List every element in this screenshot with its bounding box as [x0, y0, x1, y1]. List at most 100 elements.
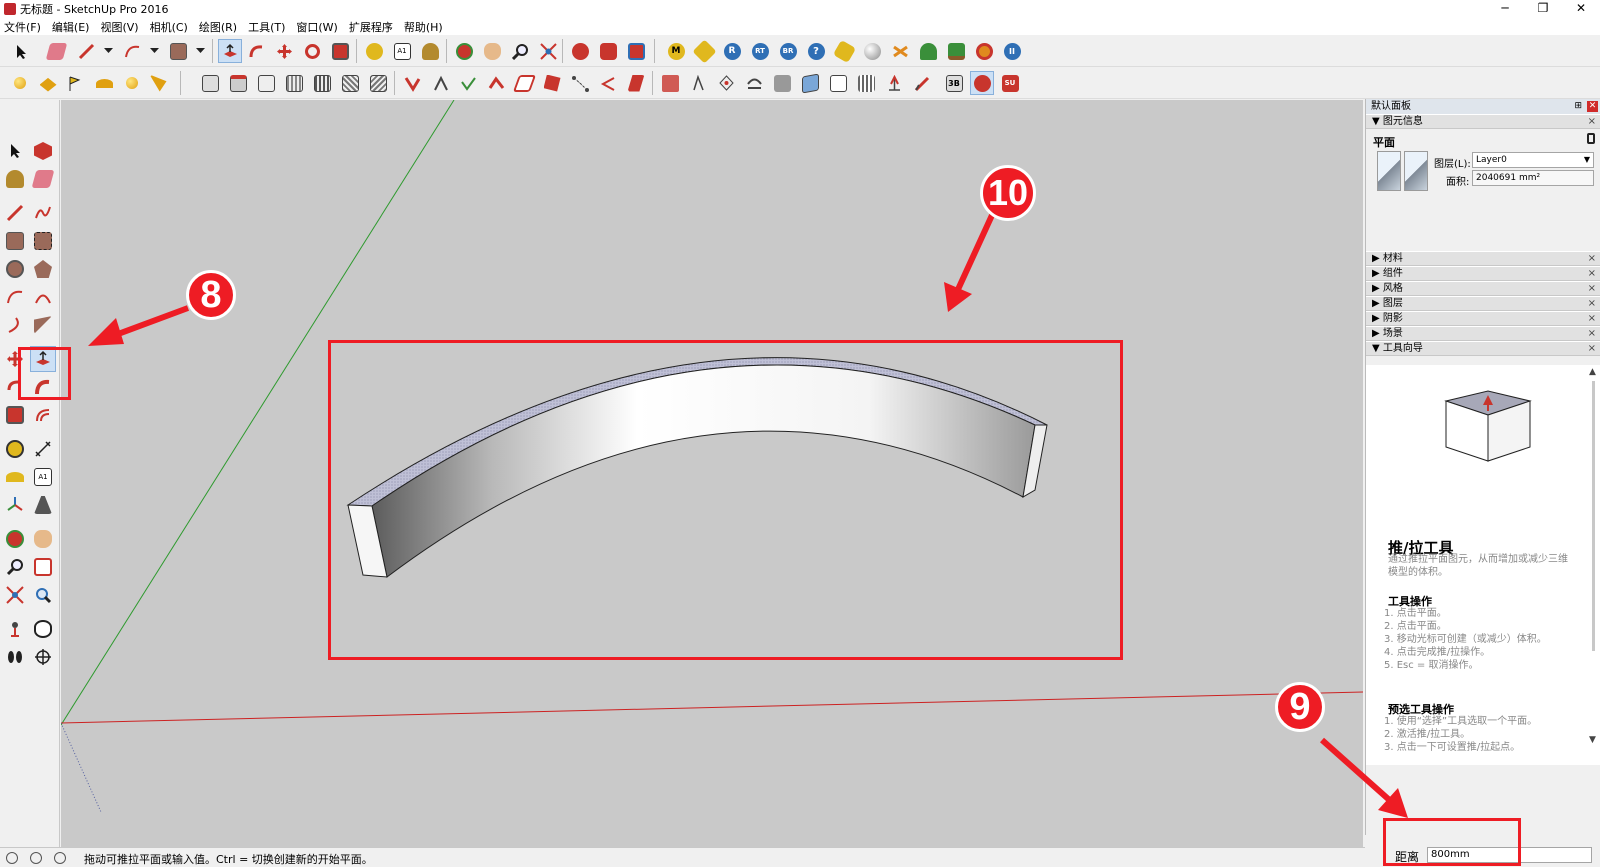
su-logo-icon[interactable]	[970, 71, 994, 95]
solid-subtract-icon[interactable]	[428, 71, 452, 95]
style-textured-icon[interactable]	[770, 71, 794, 95]
compass-icon[interactable]	[882, 71, 906, 95]
circle-icon[interactable]	[2, 256, 28, 282]
entity-info-header[interactable]: ▼ 图元信息 ×	[1366, 114, 1600, 129]
line-tool-icon[interactable]	[74, 39, 98, 63]
sphere-icon[interactable]	[860, 39, 884, 63]
menu-extensions[interactable]: 扩展程序	[349, 19, 393, 35]
menu-edit[interactable]: 编辑(E)	[52, 19, 90, 35]
scale-tool-icon[interactable]	[328, 39, 352, 63]
sandbox-dome-icon[interactable]	[92, 71, 116, 95]
arc-dropdown-icon[interactable]	[142, 39, 166, 63]
shadows-header[interactable]: ▶ 阴影 ×	[1366, 311, 1600, 326]
components-warehouse-icon[interactable]	[596, 39, 620, 63]
pie-icon[interactable]	[30, 312, 56, 338]
menu-tools[interactable]: 工具(T)	[248, 19, 285, 35]
style-shaded-icon[interactable]	[742, 71, 766, 95]
zoom-window-icon[interactable]	[30, 554, 56, 580]
menu-view[interactable]: 视图(V)	[100, 19, 138, 35]
3d-text-icon[interactable]	[30, 492, 56, 518]
freehand-icon[interactable]	[30, 200, 56, 226]
style-wireframe-icon[interactable]	[686, 71, 710, 95]
plugin-key-icon[interactable]	[832, 39, 856, 63]
rectangle-icon[interactable]	[2, 228, 28, 254]
section-cut-icon[interactable]	[854, 71, 878, 95]
solid-trim-icon[interactable]	[456, 71, 480, 95]
plugin-r-icon[interactable]: R	[720, 39, 744, 63]
rotate-tool-icon[interactable]	[300, 39, 324, 63]
back-material-swatch[interactable]	[1404, 151, 1428, 191]
tape-measure-icon[interactable]	[2, 436, 28, 462]
view-left-icon[interactable]	[338, 71, 362, 95]
zoom-extents-tool-icon[interactable]	[536, 39, 560, 63]
view-top-icon[interactable]	[226, 71, 250, 95]
tray-close-button[interactable]: ✕	[1587, 101, 1598, 112]
angle-icon[interactable]	[596, 71, 620, 95]
two-point-arc-icon[interactable]	[30, 284, 56, 310]
lock-icon[interactable]	[1587, 133, 1595, 144]
warehouse-icon[interactable]	[568, 39, 592, 63]
make-component-icon[interactable]	[30, 138, 56, 164]
eraser-icon[interactable]	[30, 166, 56, 192]
materials-header[interactable]: ▶ 材料 ×	[1366, 251, 1600, 266]
share-model-icon[interactable]	[624, 39, 648, 63]
menu-draw[interactable]: 绘图(R)	[199, 19, 237, 35]
plugin-3b-icon[interactable]: 3B	[942, 71, 966, 95]
push-pull-tool-icon[interactable]	[218, 39, 242, 63]
tree-icon[interactable]	[944, 39, 968, 63]
style-hidden-line-icon[interactable]	[714, 71, 738, 95]
line-icon[interactable]	[2, 200, 28, 226]
zoom-extents-icon[interactable]	[2, 582, 28, 608]
menu-file[interactable]: 文件(F)	[4, 19, 41, 35]
select-tool-icon[interactable]	[2, 138, 28, 164]
components-header[interactable]: ▶ 组件 ×	[1366, 266, 1600, 281]
zoom-icon[interactable]	[2, 554, 28, 580]
position-camera-icon[interactable]	[2, 616, 28, 642]
view-bottom-icon[interactable]	[366, 71, 390, 95]
solid-union-icon[interactable]	[400, 71, 424, 95]
text-tool-icon[interactable]: A1	[390, 39, 414, 63]
section-plane-icon[interactable]	[826, 71, 850, 95]
instructor-header[interactable]: ▼ 工具向导 ×	[1366, 341, 1600, 356]
instructor-scrollbar[interactable]: ▲ ▼	[1589, 367, 1598, 747]
help-icon[interactable]: ?	[804, 39, 828, 63]
pin-icon[interactable]: ⊞	[1574, 99, 1582, 114]
pan-tool-icon[interactable]	[480, 39, 504, 63]
orbit-tool-icon[interactable]	[452, 39, 476, 63]
move-tool-icon[interactable]	[272, 39, 296, 63]
suapp-icon[interactable]: SU	[998, 71, 1022, 95]
three-point-arc-icon[interactable]	[2, 312, 28, 338]
plugin-m-icon[interactable]: M	[664, 39, 688, 63]
view-back-icon[interactable]	[310, 71, 334, 95]
pencil-plugin-icon[interactable]	[910, 71, 934, 95]
arc-icon[interactable]	[2, 284, 28, 310]
pause-icon[interactable]: II	[1000, 39, 1024, 63]
solid-intersect-icon[interactable]	[540, 71, 564, 95]
paint-bucket-icon[interactable]	[2, 166, 28, 192]
close-button[interactable]: ✕	[1562, 0, 1600, 18]
restore-button[interactable]: ❐	[1524, 0, 1562, 18]
sandbox-sphere-icon[interactable]	[8, 71, 32, 95]
scale-icon[interactable]	[2, 402, 28, 428]
pan-icon[interactable]	[30, 526, 56, 552]
arc-tool-icon[interactable]	[120, 39, 144, 63]
view-iso-icon[interactable]	[198, 71, 222, 95]
eraser-tool-icon[interactable]	[44, 39, 68, 63]
layer-select[interactable]: Layer0 ▼	[1472, 152, 1594, 168]
sandbox-flag-icon[interactable]	[62, 71, 86, 95]
protractor-icon[interactable]	[2, 464, 28, 490]
menu-help[interactable]: 帮助(H)	[404, 19, 443, 35]
dimension-icon[interactable]	[30, 436, 56, 462]
section-plane-icon[interactable]	[30, 644, 56, 670]
style-xray-icon[interactable]	[658, 71, 682, 95]
rectangle-tool-icon[interactable]	[166, 39, 190, 63]
solid-split-icon[interactable]	[484, 71, 508, 95]
curve-nodes-icon[interactable]	[568, 71, 592, 95]
solid-outer-icon[interactable]	[512, 71, 536, 95]
plant-icon[interactable]	[916, 39, 940, 63]
sandbox-terrain-icon[interactable]	[36, 71, 60, 95]
polygon-icon[interactable]	[30, 256, 56, 282]
walk-icon[interactable]	[2, 644, 28, 670]
text-label-icon[interactable]: A1	[30, 464, 56, 490]
info-icon[interactable]	[30, 852, 42, 864]
